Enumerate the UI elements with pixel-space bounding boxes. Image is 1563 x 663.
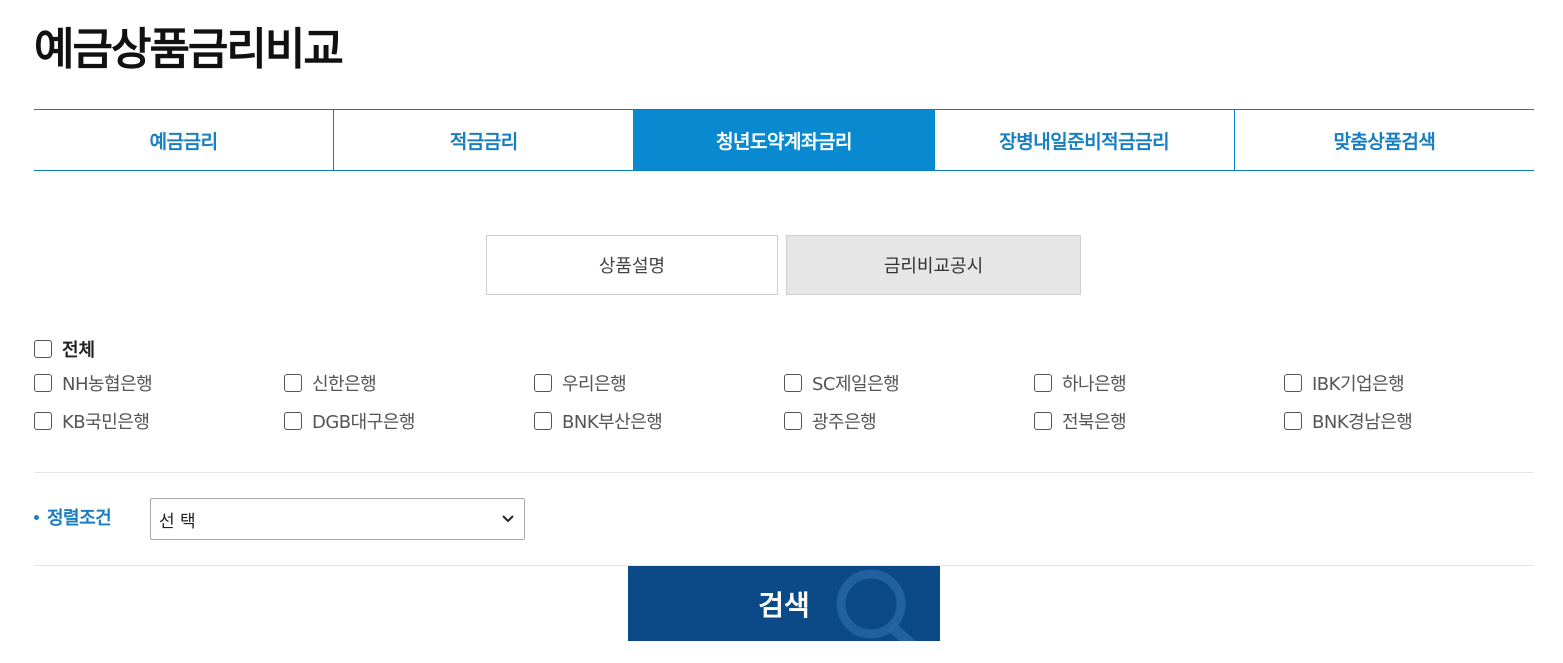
sort-selected-value: 선 택	[159, 511, 196, 532]
subtab-rate-comparison[interactable]: 금리비교공시	[786, 235, 1081, 295]
tab-soldier-savings-rate[interactable]: 장병내일준비적금금리	[933, 110, 1234, 170]
bank-option[interactable]: BNK부산은행	[534, 408, 784, 433]
bank-label: SC제일은행	[812, 373, 900, 395]
bank-option[interactable]: SC제일은행	[784, 370, 1034, 395]
sub-tabs: 상품설명 금리비교공시	[486, 235, 1081, 295]
bank-checkbox[interactable]	[1034, 373, 1052, 392]
bank-option[interactable]: 하나은행	[1034, 370, 1284, 395]
bank-option[interactable]: 신한은행	[284, 370, 534, 395]
check-all-label: 전체	[62, 340, 96, 361]
bank-checkbox[interactable]	[1034, 411, 1052, 430]
bank-checkbox[interactable]	[34, 373, 52, 392]
bank-checkbox[interactable]	[284, 411, 302, 430]
bank-option[interactable]: NH농협은행	[34, 370, 284, 395]
check-all[interactable]: 전체	[34, 336, 95, 362]
bank-checkbox[interactable]	[534, 411, 552, 430]
check-all-checkbox[interactable]	[34, 340, 52, 358]
bank-option[interactable]: BNK경남은행	[1284, 408, 1534, 433]
bank-checkbox[interactable]	[784, 411, 802, 430]
bank-checkbox[interactable]	[284, 373, 302, 392]
bullet-icon	[34, 514, 39, 520]
subtab-product-description[interactable]: 상품설명	[486, 235, 778, 295]
bank-option[interactable]: IBK기업은행	[1284, 370, 1534, 395]
bank-checkbox[interactable]	[784, 373, 802, 392]
sort-condition-text: 정렬조건	[47, 508, 112, 529]
bank-label: 우리은행	[562, 373, 627, 395]
bank-label: IBK기업은행	[1312, 373, 1405, 395]
bank-checkbox[interactable]	[34, 411, 52, 430]
search-button-label: 검색	[758, 588, 810, 622]
tab-youth-leap-account-rate[interactable]: 청년도약계좌금리	[633, 110, 934, 170]
sort-condition-label: 정렬조건	[34, 504, 112, 530]
bank-option[interactable]: 우리은행	[534, 370, 784, 395]
tab-savings-rate[interactable]: 적금금리	[333, 110, 633, 170]
bank-label: 광주은행	[812, 411, 877, 433]
bank-option[interactable]: 광주은행	[784, 408, 1034, 433]
tab-custom-product-search[interactable]: 맞춤상품검색	[1233, 110, 1534, 170]
page-title: 예금상품금리비교	[34, 24, 344, 75]
sort-condition-select[interactable]: 선 택	[150, 498, 525, 540]
bank-option[interactable]: DGB대구은행	[284, 408, 534, 433]
divider	[34, 472, 1534, 473]
bank-checkbox[interactable]	[534, 373, 552, 392]
bank-label: DGB대구은행	[312, 411, 415, 433]
bank-option[interactable]: 전북은행	[1034, 408, 1284, 433]
tab-deposit-rate[interactable]: 예금금리	[34, 110, 333, 170]
bank-label: KB국민은행	[62, 411, 150, 433]
bank-label: 신한은행	[312, 373, 377, 395]
search-button[interactable]: 검색	[628, 566, 940, 641]
bank-checkbox[interactable]	[1284, 373, 1302, 392]
bank-label: BNK경남은행	[1312, 411, 1413, 433]
bank-label: 전북은행	[1062, 411, 1127, 433]
main-tabs: 예금금리 적금금리 청년도약계좌금리 장병내일준비적금금리 맞춤상품검색	[34, 109, 1534, 171]
bank-checkbox-list: NH농협은행 신한은행 우리은행 SC제일은행 하나은행 IBK기업은행 KB국…	[34, 370, 1534, 433]
bank-checkbox[interactable]	[1284, 411, 1302, 430]
bank-option[interactable]: KB국민은행	[34, 408, 284, 433]
bank-label: NH농협은행	[62, 373, 153, 395]
magnifier-icon	[836, 569, 916, 641]
bank-label: BNK부산은행	[562, 411, 663, 433]
bank-label: 하나은행	[1062, 373, 1127, 395]
chevron-down-icon	[502, 515, 514, 523]
